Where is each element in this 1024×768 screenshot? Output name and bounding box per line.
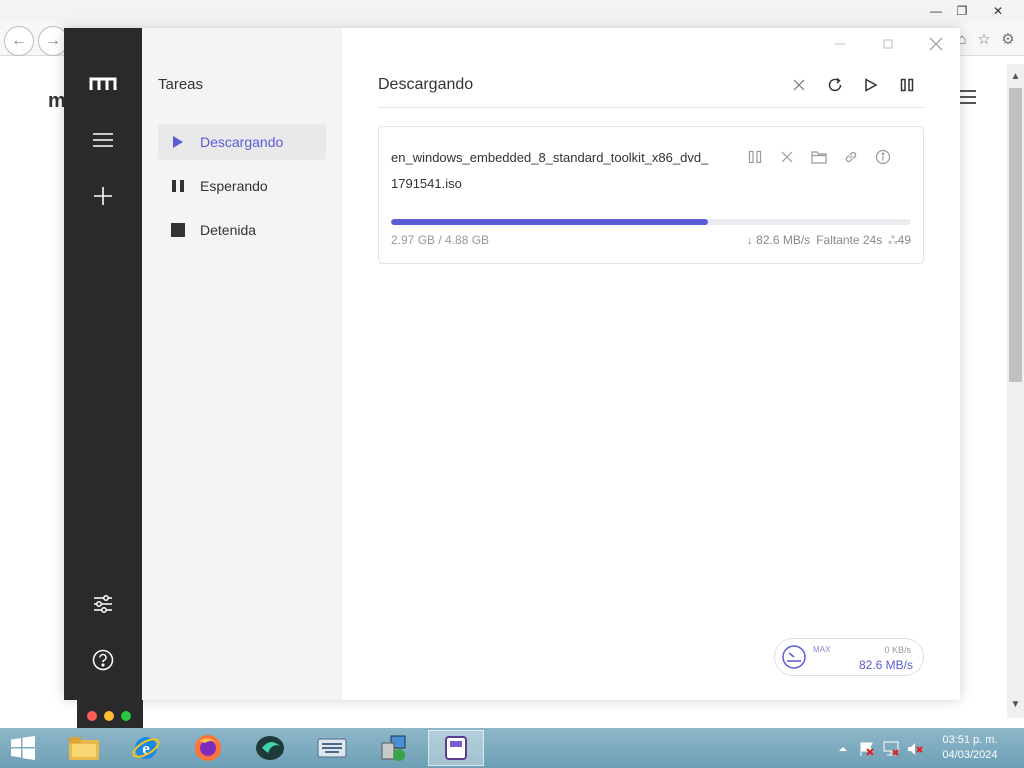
task-pause-icon[interactable] xyxy=(745,147,765,167)
minimize-icon[interactable] xyxy=(830,34,850,54)
task-connections: ஃ49 xyxy=(888,233,911,247)
clock-time: 03:51 p. m. xyxy=(942,734,998,746)
pause-icon xyxy=(170,178,186,194)
window-traffic-lights xyxy=(77,700,143,728)
firefox-icon[interactable] xyxy=(180,730,236,766)
back-arrow-icon[interactable]: ← xyxy=(4,26,34,56)
upload-speed: 0 KB/s xyxy=(884,645,911,655)
browser-close-button[interactable]: ✕ xyxy=(988,2,1008,20)
clock-date: 04/03/2024 xyxy=(942,749,998,761)
task-progress-bar xyxy=(391,219,911,225)
start-windows-icon[interactable] xyxy=(0,730,46,766)
task-progress-fill xyxy=(391,219,709,225)
scroll-down-icon[interactable]: ▼ xyxy=(1007,696,1024,714)
task-meta: ↓ 82.6 MB/s Faltante 24s ஃ49 xyxy=(747,233,911,249)
task-folder-icon[interactable] xyxy=(809,147,829,167)
network-status-icon[interactable] xyxy=(882,740,900,758)
task-size: 2.97 GB / 4.88 GB xyxy=(391,233,490,247)
add-task-icon[interactable] xyxy=(85,178,121,214)
nav-item-waiting[interactable]: Esperando xyxy=(158,168,326,204)
browser-title-bar xyxy=(0,0,1024,22)
volume-muted-icon[interactable] xyxy=(906,740,924,758)
motrix-taskbar-icon[interactable] xyxy=(428,730,484,766)
action-center-flag-icon[interactable] xyxy=(858,740,876,758)
favorites-star-icon[interactable]: ☆ xyxy=(974,30,994,50)
minimize-dot[interactable] xyxy=(104,711,114,721)
maximize-icon[interactable] xyxy=(878,34,898,54)
zoom-dot[interactable] xyxy=(121,711,131,721)
settings-gear-icon[interactable]: ⚙ xyxy=(998,30,1018,50)
speedometer-icon xyxy=(782,645,806,669)
motrix-window: Tareas Descargando Esperando Detenida De… xyxy=(64,28,960,700)
pause-all-icon[interactable] xyxy=(896,74,918,96)
media-app-icon[interactable] xyxy=(242,730,298,766)
nav-item-label: Detenida xyxy=(200,222,257,238)
network-app-icon[interactable] xyxy=(366,730,422,766)
sidebar-title: Tareas xyxy=(158,76,204,93)
browser-restore-button[interactable]: ❐ xyxy=(952,2,972,20)
task-remaining: Faltante 24s xyxy=(816,233,883,247)
nav-item-label: Descargando xyxy=(200,134,284,150)
taskbar-clock[interactable]: 03:51 p. m. 04/03/2024 xyxy=(932,733,1008,763)
task-file-name: en_windows_embedded_8_standard_toolkit_x… xyxy=(391,150,709,191)
nav-item-stopped[interactable]: Detenida xyxy=(158,212,326,248)
task-info-icon[interactable] xyxy=(873,147,893,167)
play-icon xyxy=(170,134,186,150)
on-screen-keyboard-icon[interactable] xyxy=(304,730,360,766)
close-dot[interactable] xyxy=(87,711,97,721)
internet-explorer-icon[interactable]: e xyxy=(118,730,174,766)
page-scrollbar-thumb[interactable] xyxy=(1009,88,1022,382)
main-panel: Descargando en_windows_embedded_8_standa… xyxy=(342,28,960,700)
help-icon[interactable] xyxy=(85,642,121,678)
nav-item-downloading[interactable]: Descargando xyxy=(158,124,326,160)
app-rail xyxy=(64,28,142,700)
stop-icon xyxy=(170,222,186,238)
nav-item-label: Esperando xyxy=(200,178,268,194)
speedometer[interactable]: MAX 0 KB/s 82.6 MB/s xyxy=(774,638,924,676)
file-explorer-icon[interactable] xyxy=(56,730,112,766)
download-speed: 82.6 MB/s xyxy=(858,658,913,672)
speed-max-label: MAX xyxy=(813,645,831,654)
page-menu-icon[interactable] xyxy=(958,86,976,108)
page-title: Descargando xyxy=(378,76,474,93)
title-divider xyxy=(378,107,924,108)
refresh-icon[interactable] xyxy=(824,74,846,96)
task-list-icon[interactable] xyxy=(85,122,121,158)
tray-expand-icon[interactable] xyxy=(834,740,852,758)
resume-all-icon[interactable] xyxy=(860,74,882,96)
task-sidebar: Tareas Descargando Esperando Detenida xyxy=(142,28,342,700)
task-speed: ↓ 82.6 MB/s xyxy=(746,233,811,247)
task-link-icon[interactable] xyxy=(841,147,861,167)
task-card[interactable]: en_windows_embedded_8_standard_toolkit_x… xyxy=(378,126,924,264)
preferences-icon[interactable] xyxy=(85,586,121,622)
clear-tasks-icon[interactable] xyxy=(788,74,810,96)
task-delete-icon[interactable] xyxy=(777,147,797,167)
scroll-up-icon[interactable]: ▲ xyxy=(1007,68,1024,86)
motrix-logo-icon xyxy=(85,66,121,102)
browser-minimize-button[interactable]: — xyxy=(926,2,946,20)
close-icon[interactable] xyxy=(926,34,946,54)
